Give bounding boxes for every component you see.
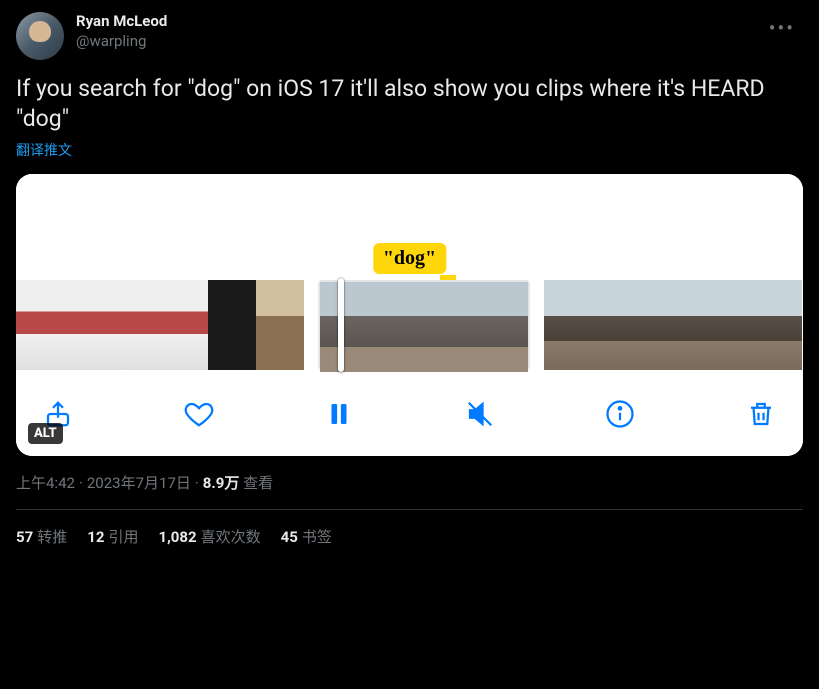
video-thumb: [320, 282, 372, 372]
quotes-count: 12: [87, 528, 104, 546]
video-thumb: [208, 280, 256, 370]
pause-button[interactable]: [321, 396, 357, 432]
alt-badge[interactable]: ALT: [28, 423, 63, 444]
bookmarks-count: 45: [281, 528, 298, 546]
clip-group[interactable]: [544, 280, 802, 370]
video-thumb: [716, 280, 759, 370]
meta-line: 上午4:42·2023年7月17日·8.9万 查看: [16, 472, 803, 493]
bookmarks-label: 书签: [302, 528, 332, 546]
tweet-time[interactable]: 上午4:42: [16, 474, 75, 492]
video-thumb: [372, 282, 424, 372]
bookmarks-stat[interactable]: 45书签: [281, 526, 332, 547]
retweets-count: 57: [16, 528, 33, 546]
video-thumb: [673, 280, 716, 370]
views-count: 8.9万: [203, 474, 240, 492]
video-thumb: [64, 280, 112, 370]
video-thumb: [16, 280, 64, 370]
stats-row: 57转推 12引用 1,082 喜欢次数 45书签: [16, 526, 803, 547]
translate-link[interactable]: 翻译推文: [16, 140, 72, 160]
tweet-text: If you search for "dog" on iOS 17 it'll …: [16, 74, 803, 134]
trash-icon: [746, 399, 776, 429]
more-icon: •••: [769, 16, 795, 40]
video-thumb: [476, 282, 528, 372]
display-name: Ryan McLeod: [76, 12, 749, 30]
quotes-label: 引用: [108, 528, 138, 546]
more-button[interactable]: •••: [761, 12, 803, 44]
video-thumb: [424, 282, 476, 372]
heart-icon: [184, 399, 214, 429]
video-thumb: [256, 280, 304, 370]
mute-icon: [465, 399, 495, 429]
likes-label: 喜欢次数: [201, 528, 261, 546]
video-thumb: [587, 280, 630, 370]
search-term-badge: "dog": [373, 243, 446, 274]
info-button[interactable]: [602, 396, 638, 432]
tweet: Ryan McLeod @warpling ••• If you search …: [0, 0, 819, 559]
divider: [16, 509, 803, 510]
like-button[interactable]: [181, 396, 217, 432]
media-card[interactable]: "dog": [16, 174, 803, 456]
tweet-date[interactable]: 2023年7月17日: [87, 474, 191, 492]
handle: @warpling: [76, 32, 749, 50]
quotes-stat[interactable]: 12引用: [87, 526, 138, 547]
retweets-stat[interactable]: 57转推: [16, 526, 67, 547]
author-names[interactable]: Ryan McLeod @warpling: [76, 12, 749, 50]
video-thumb: [160, 280, 208, 370]
tweet-header: Ryan McLeod @warpling •••: [16, 12, 803, 60]
views-label: 查看: [243, 474, 273, 492]
mute-button[interactable]: [462, 396, 498, 432]
delete-button[interactable]: [743, 396, 779, 432]
video-timeline[interactable]: [16, 280, 803, 378]
avatar[interactable]: [16, 12, 64, 60]
clip-group-active[interactable]: [318, 280, 530, 370]
video-thumb: [630, 280, 673, 370]
video-thumb: [759, 280, 802, 370]
likes-count: 1,082: [158, 528, 196, 546]
info-icon: [605, 399, 635, 429]
media-toolbar: [16, 378, 803, 456]
clip-group[interactable]: [16, 280, 304, 370]
video-thumb: [112, 280, 160, 370]
video-thumb: [544, 280, 587, 370]
playhead[interactable]: [338, 278, 344, 372]
likes-stat[interactable]: 1,082 喜欢次数: [158, 526, 260, 547]
retweets-label: 转推: [37, 528, 67, 546]
pause-icon: [324, 399, 354, 429]
media-top-area: "dog": [16, 174, 803, 280]
